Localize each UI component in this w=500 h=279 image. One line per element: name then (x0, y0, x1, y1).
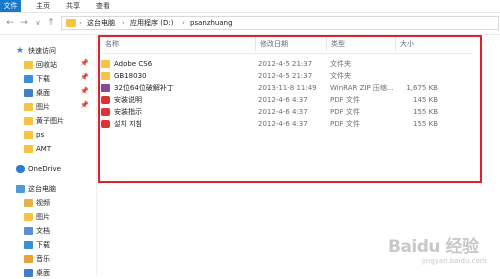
sidebar-item-label: 文档 (36, 227, 50, 235)
tab-share[interactable]: 共享 (60, 0, 86, 12)
pin-icon: 📌 (80, 73, 89, 81)
folder-icon (66, 19, 76, 27)
folder-icon (24, 131, 33, 139)
forward-button[interactable]: → (18, 17, 30, 29)
download-icon (24, 241, 33, 249)
folder-icon (24, 103, 33, 111)
sidebar-item-label: AMT (36, 145, 52, 153)
navigation-bar: ← → ∨ ↑ › 这台电脑 › 应用程序 (D:) › psanzhuang (0, 13, 500, 35)
video-icon (24, 199, 33, 207)
ribbon-bar: 文件 主页 共享 查看 (0, 0, 500, 13)
sidebar-item-label: 桌面 (36, 269, 50, 277)
sidebar-item-label: 回收站 (36, 61, 57, 69)
desktop-icon (24, 89, 33, 97)
pin-icon: 📌 (80, 101, 89, 109)
back-button[interactable]: ← (4, 17, 16, 29)
breadcrumb-drive-d[interactable]: 应用程序 (D:) (130, 18, 173, 29)
sidebar-item-label: 图片 (36, 103, 50, 111)
address-bar[interactable]: › 这台电脑 › 应用程序 (D:) › psanzhuang (61, 16, 499, 30)
breadcrumb-separator: › (122, 19, 125, 27)
folder-icon (24, 61, 33, 69)
pane-divider[interactable] (96, 35, 97, 276)
download-icon (24, 75, 33, 83)
star-icon: ★ (16, 46, 25, 56)
sidebar-item-label: 图片 (36, 213, 50, 221)
picture-icon (24, 213, 33, 221)
tab-file[interactable]: 文件 (0, 0, 21, 12)
pin-icon: 📌 (80, 59, 89, 67)
music-icon (24, 255, 33, 263)
computer-icon (16, 185, 25, 193)
folder-icon (24, 117, 33, 125)
sidebar-item-label: 这台电脑 (28, 185, 56, 193)
watermark-url: jingyan.baidu.com (422, 257, 487, 265)
tab-view[interactable]: 查看 (90, 0, 116, 12)
sidebar-item-label: OneDrive (28, 165, 61, 173)
sidebar-item-label: 黄子图片 (36, 117, 64, 125)
highlight-frame (98, 35, 482, 183)
sidebar-item-label: 快速访问 (28, 47, 56, 55)
up-button[interactable]: ↑ (45, 17, 57, 29)
breadcrumb-psanzhuang[interactable]: psanzhuang (190, 18, 233, 29)
sidebar-item-label: 下载 (36, 241, 50, 249)
recent-locations-button[interactable]: ∨ (32, 17, 44, 29)
folder-icon (24, 145, 33, 153)
sidebar-item-label: 音乐 (36, 255, 50, 263)
breadcrumb-this-pc[interactable]: 这台电脑 (87, 18, 115, 29)
sidebar-item-label: 下载 (36, 75, 50, 83)
sidebar-item-label: ps (36, 131, 45, 139)
tab-home[interactable]: 主页 (30, 0, 56, 12)
sidebar-item-label: 视频 (36, 199, 50, 207)
navigation-pane: ★ 快速访问 回收站 📌 下载 📌 桌面 📌 图片 📌 黄子图片 ps AMT … (0, 35, 96, 277)
sidebar-item-label: 桌面 (36, 89, 50, 97)
watermark-logo-text: Baidu 经验 (388, 237, 479, 257)
baidu-watermark: Baidu 经验 jingyan.baidu.com (388, 230, 496, 270)
pin-icon: 📌 (80, 87, 89, 95)
breadcrumb-separator: › (182, 19, 185, 27)
breadcrumb-separator: › (79, 19, 82, 27)
cloud-icon (16, 165, 25, 173)
document-icon (24, 227, 33, 235)
